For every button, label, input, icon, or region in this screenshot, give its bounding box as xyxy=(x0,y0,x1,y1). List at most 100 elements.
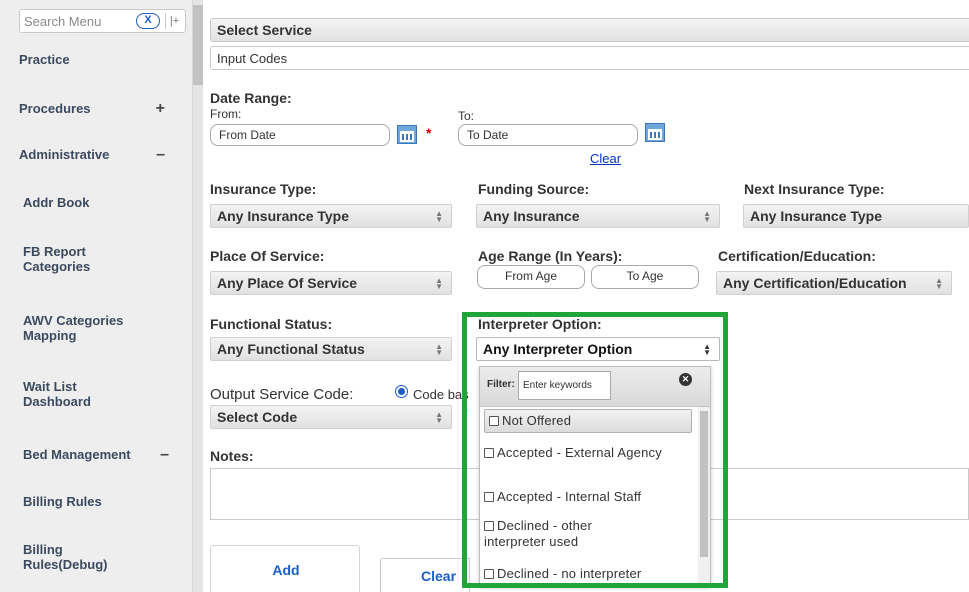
sidebar-item-awv-categories-mapping[interactable]: AWV Categories Mapping xyxy=(23,313,163,343)
to-age-input[interactable]: To Age xyxy=(591,265,699,289)
collapse-minus-icon[interactable]: – xyxy=(156,146,165,164)
next-insurance-type-select[interactable]: Any Insurance Type xyxy=(743,204,969,228)
sidebar-item-fb-report-categories[interactable]: FB Report Categories xyxy=(23,244,143,274)
age-range-label: Age Range (In Years): xyxy=(478,248,623,264)
to-date-input[interactable]: To Date xyxy=(458,124,638,146)
sidebar-item-administrative[interactable]: Administrative – xyxy=(19,146,179,164)
certification-education-value: Any Certification/Education xyxy=(723,275,907,291)
from-date-input[interactable]: From Date xyxy=(210,124,390,146)
sidebar-item-label: Wait List Dashboard xyxy=(23,379,91,409)
collapse-minus-icon[interactable]: – xyxy=(160,446,169,464)
option-accepted-external-agency[interactable]: Accepted - External Agency xyxy=(484,445,664,461)
option-label: Not Offered xyxy=(502,413,572,428)
sidebar-menu: X |+ Practice Procedures + Administrativ… xyxy=(0,0,193,592)
checkbox[interactable] xyxy=(484,492,494,502)
checkbox[interactable] xyxy=(484,448,494,458)
sidebar-item-addr-book[interactable]: Addr Book xyxy=(23,195,183,210)
sidebar-item-bed-management[interactable]: Bed Management – xyxy=(23,446,183,464)
option-declined-other-interpreter-used[interactable]: Declined - other interpreter used xyxy=(484,518,654,550)
next-insurance-type-label: Next Insurance Type: xyxy=(744,181,885,197)
sidebar-item-procedures[interactable]: Procedures + xyxy=(19,100,179,118)
funding-source-select[interactable]: Any Insurance ▲ ▼ xyxy=(476,204,720,228)
sidebar-search-clear-button[interactable]: X xyxy=(136,13,160,29)
certification-education-label: Certification/Education: xyxy=(718,248,876,264)
interpreter-option-select[interactable]: Any Interpreter Option ▲ ▼ xyxy=(476,337,720,361)
dropdown-scrollbar-thumb[interactable] xyxy=(700,411,708,557)
clear-date-link[interactable]: Clear xyxy=(590,151,621,166)
insurance-type-select[interactable]: Any Insurance Type ▲ ▼ xyxy=(210,204,452,228)
place-of-service-value: Any Place Of Service xyxy=(217,275,358,291)
required-asterisk: * xyxy=(462,405,468,421)
sidebar-scrollbar[interactable] xyxy=(193,0,203,592)
funding-source-label: Funding Source: xyxy=(478,181,590,197)
option-declined-no-interpreter[interactable]: Declined - no interpreter xyxy=(484,566,692,582)
output-service-code-value: Select Code xyxy=(217,409,298,425)
select-arrows-icon: ▲ ▼ xyxy=(703,342,711,357)
sidebar-search-box: X |+ xyxy=(19,9,186,33)
sidebar-item-label: Billing Rules xyxy=(23,494,102,509)
dropdown-filter-header: Filter: ✕ xyxy=(480,367,710,407)
sidebar-collapse-icon[interactable]: |+ xyxy=(165,13,183,29)
sidebar-item-billing-rules[interactable]: Billing Rules xyxy=(23,494,183,509)
checkbox[interactable] xyxy=(484,569,494,579)
certification-education-select[interactable]: Any Certification/Education ▲ ▼ xyxy=(716,271,952,295)
sidebar-item-label: Administrative xyxy=(19,147,110,162)
code-based-radio[interactable] xyxy=(396,386,407,397)
select-arrows-icon: ▲ ▼ xyxy=(435,342,443,357)
to-label: To: xyxy=(458,109,475,123)
required-asterisk: * xyxy=(426,125,432,141)
calendar-icon[interactable] xyxy=(397,125,417,144)
interpreter-option-label: Interpreter Option: xyxy=(478,316,602,332)
close-icon[interactable]: ✕ xyxy=(679,373,692,386)
option-label: Declined - other interpreter used xyxy=(484,518,592,549)
select-arrows-icon: ▲ ▼ xyxy=(435,276,443,291)
sidebar-item-wait-list-dashboard[interactable]: Wait List Dashboard xyxy=(23,379,123,409)
output-service-code-select[interactable]: Select Code ▲ ▼ xyxy=(210,405,452,429)
expand-plus-icon[interactable]: + xyxy=(156,100,165,118)
add-button-card: Add xyxy=(210,545,360,592)
sidebar-item-label: AWV Categories Mapping xyxy=(23,313,124,343)
interpreter-option-value: Any Interpreter Option xyxy=(483,341,633,357)
from-age-input[interactable]: From Age xyxy=(477,265,585,289)
sidebar-item-label: Bed Management xyxy=(23,447,131,462)
insurance-type-label: Insurance Type: xyxy=(210,181,317,197)
sidebar-search-input[interactable] xyxy=(24,13,129,29)
input-codes-field[interactable]: Input Codes xyxy=(210,46,969,70)
sidebar-scrollbar-thumb[interactable] xyxy=(193,5,203,85)
funding-source-value: Any Insurance xyxy=(483,208,580,224)
option-label: Declined - no interpreter xyxy=(497,566,642,581)
code-based-radio-label: Code bas xyxy=(413,387,469,402)
place-of-service-label: Place Of Service: xyxy=(210,248,325,264)
sidebar-item-label: FB Report Categories xyxy=(23,244,91,274)
notes-label: Notes: xyxy=(210,448,254,464)
option-label: Accepted - Internal Staff xyxy=(497,489,642,504)
option-accepted-internal-staff[interactable]: Accepted - Internal Staff xyxy=(484,489,692,505)
functional-status-label: Functional Status: xyxy=(210,316,333,332)
sidebar-item-label: Procedures xyxy=(19,101,91,116)
add-button[interactable]: Add xyxy=(211,562,361,578)
option-label: Accepted - External Agency xyxy=(497,445,662,460)
checkbox[interactable] xyxy=(489,416,499,426)
select-arrows-icon: ▲ ▼ xyxy=(435,209,443,224)
sidebar-item-billing-rules-debug[interactable]: Billing Rules(Debug) xyxy=(23,542,123,572)
checkbox[interactable] xyxy=(484,521,494,531)
functional-status-select[interactable]: Any Functional Status ▲ ▼ xyxy=(210,337,452,361)
option-not-offered[interactable]: Not Offered xyxy=(484,409,692,433)
sidebar-item-label: Billing Rules(Debug) xyxy=(23,542,108,572)
interpreter-option-dropdown: Filter: ✕ Not Offered Accepted - Externa… xyxy=(479,366,711,586)
next-insurance-type-value: Any Insurance Type xyxy=(750,208,883,224)
select-arrows-icon: ▲ ▼ xyxy=(935,276,943,291)
from-label: From: xyxy=(210,107,242,121)
calendar-icon[interactable] xyxy=(645,123,665,142)
date-range-label: Date Range: xyxy=(210,90,292,106)
output-service-code-label: Output Service Code: xyxy=(210,386,354,403)
functional-status-value: Any Functional Status xyxy=(217,341,365,357)
sidebar-item-label: Addr Book xyxy=(23,195,90,210)
select-service-header: Select Service xyxy=(210,18,969,42)
sidebar-item-practice[interactable]: Practice xyxy=(19,52,179,67)
select-arrows-icon: ▲ ▼ xyxy=(703,209,711,224)
sidebar-item-label: Practice xyxy=(19,52,70,67)
place-of-service-select[interactable]: Any Place Of Service ▲ ▼ xyxy=(210,271,452,295)
filter-keywords-input[interactable] xyxy=(518,371,611,400)
clear-button[interactable]: Clear xyxy=(380,558,470,592)
